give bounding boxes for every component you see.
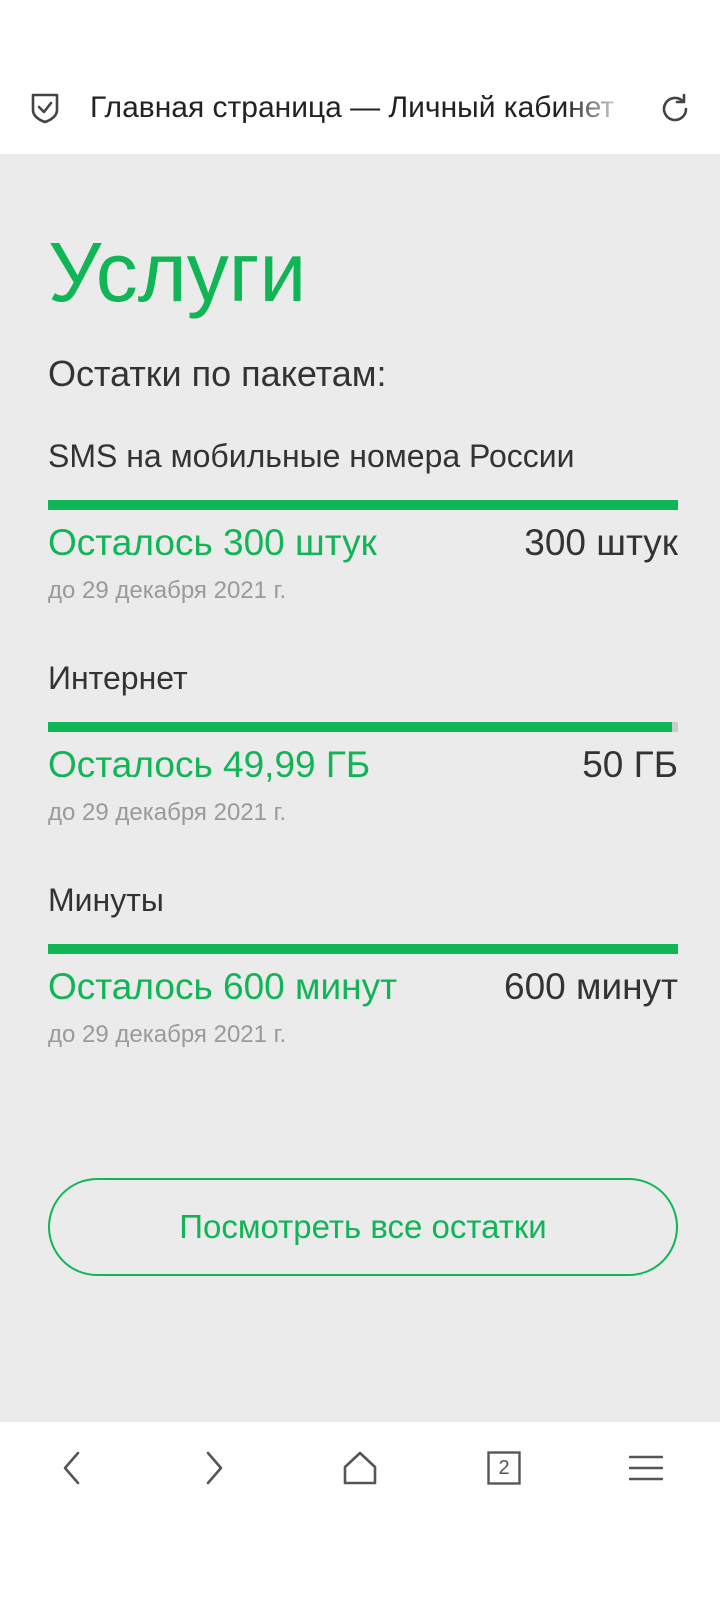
package-progress-fill <box>48 722 672 732</box>
page-title-in-address-bar[interactable]: Главная страница — Личный кабинет <box>90 88 630 128</box>
tabs-icon[interactable]: 2 <box>478 1442 530 1494</box>
shield-check-icon[interactable] <box>30 92 60 124</box>
back-arrow-icon[interactable] <box>46 1442 98 1494</box>
package-valid-until: до 29 декабря 2021 г. <box>48 577 287 604</box>
package-valid-until: до 29 декабря 2021 г. <box>48 1021 287 1048</box>
package-progress-fill <box>48 944 678 954</box>
package-progress-bar <box>48 722 678 732</box>
package-total: 50 ГБ <box>582 744 678 785</box>
package-remaining: Осталось 49,99 ГБ <box>48 744 371 785</box>
packages-subtitle: Остатки по пакетам: <box>48 353 387 394</box>
package-progress-bar <box>48 944 678 954</box>
tabs-count: 2 <box>498 1457 510 1479</box>
package-name: Интернет <box>48 660 188 696</box>
menu-icon[interactable] <box>620 1442 672 1494</box>
services-section: Услуги Остатки по пакетам: SMS на мобиль… <box>0 154 720 1422</box>
package-progress-fill <box>48 500 678 510</box>
system-nav-area <box>0 1514 720 1600</box>
reload-icon[interactable] <box>658 92 692 126</box>
view-all-balances-button[interactable]: Посмотреть все остатки <box>48 1178 678 1276</box>
home-icon[interactable] <box>334 1442 386 1494</box>
forward-arrow-icon[interactable] <box>188 1442 240 1494</box>
browser-address-bar[interactable]: Главная страница — Личный кабинет <box>0 60 720 154</box>
package-name: SMS на мобильные номера России <box>48 438 575 474</box>
page-title: Услуги <box>48 225 307 319</box>
package-remaining: Осталось 300 штук <box>48 522 377 563</box>
package-name: Минуты <box>48 882 164 918</box>
browser-bottom-nav: 2 <box>0 1422 720 1514</box>
package-total: 600 минут <box>504 966 678 1007</box>
package-progress-bar <box>48 500 678 510</box>
package-total: 300 штук <box>524 522 678 563</box>
package-valid-until: до 29 декабря 2021 г. <box>48 799 287 826</box>
status-bar-area <box>0 0 720 60</box>
package-remaining: Осталось 600 минут <box>48 966 398 1007</box>
